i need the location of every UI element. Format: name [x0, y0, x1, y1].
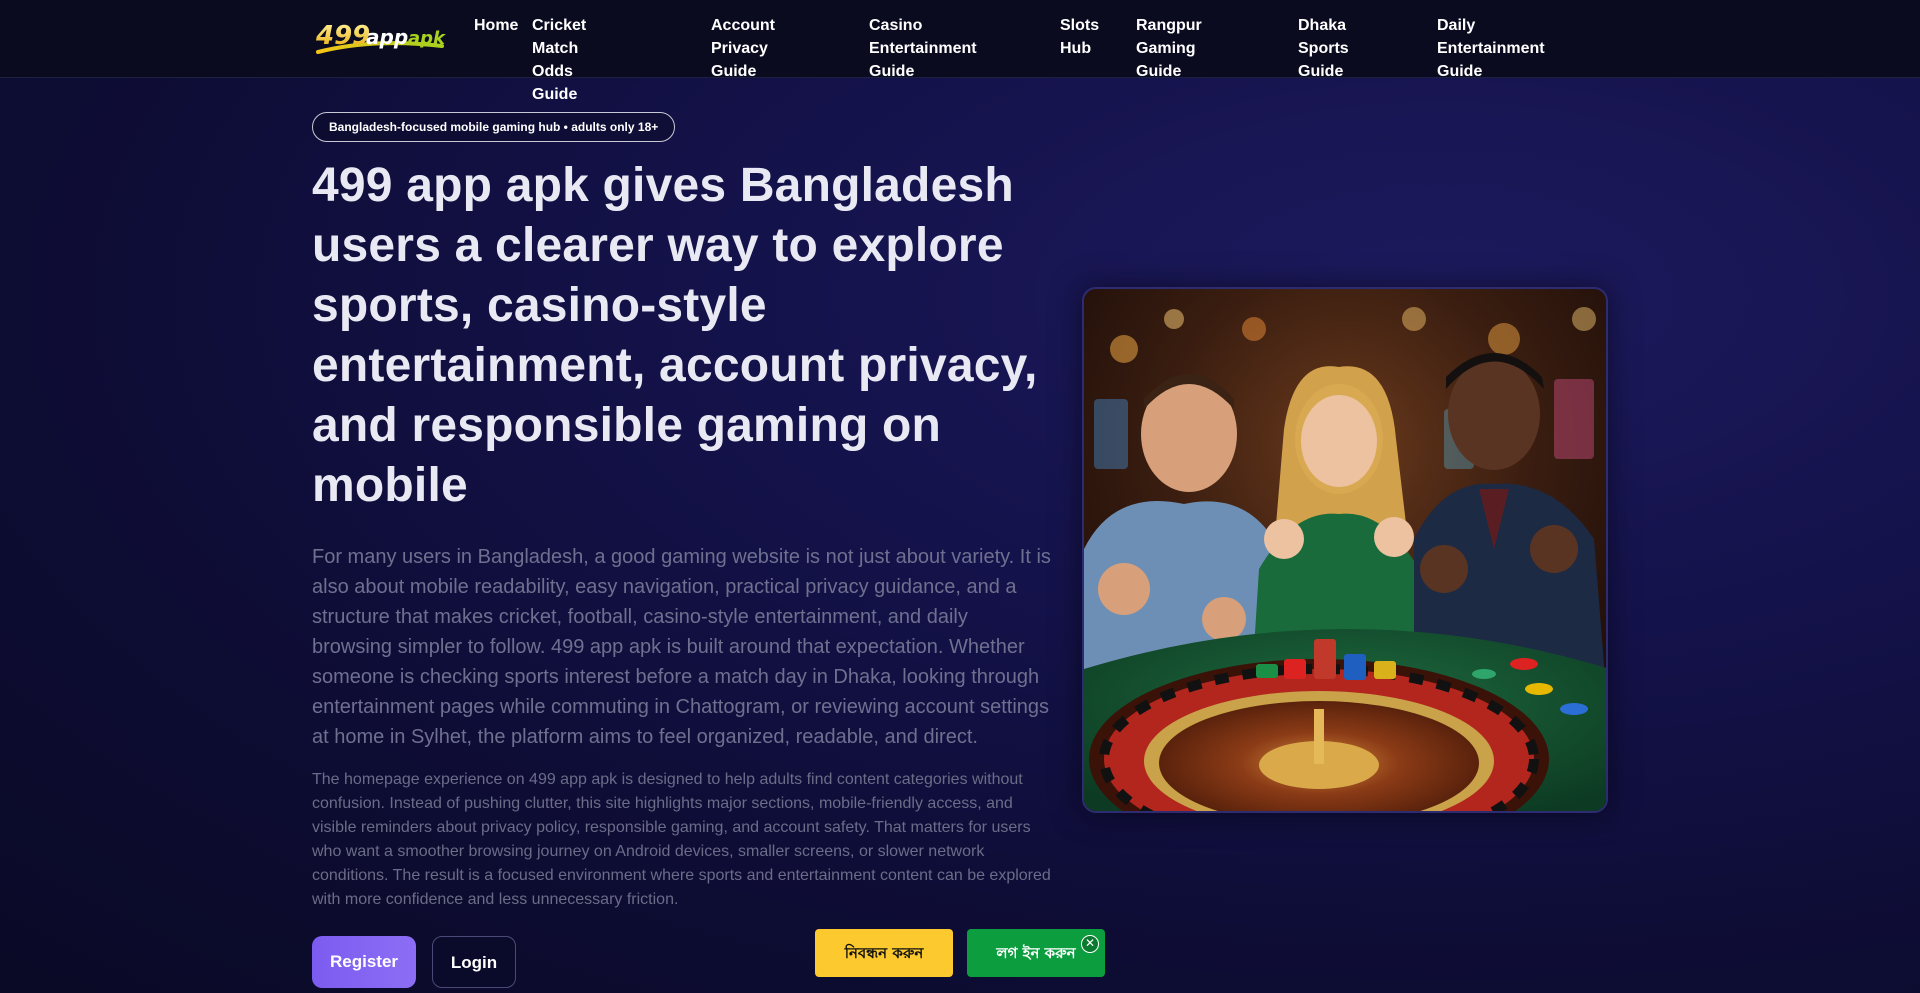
- nav-label-line1: Account Privacy: [711, 17, 775, 57]
- nav-label-line2: Guide: [869, 63, 915, 80]
- top-navigation-bar: 499 app apk Home Cricket Match Odds Guid…: [0, 0, 1920, 103]
- nav-label-line1: Rangpur Gaming: [1136, 17, 1202, 57]
- casino-roulette-illustration: [1084, 289, 1606, 811]
- logo-apk: apk: [408, 28, 446, 49]
- site-logo[interactable]: 499 app apk: [314, 16, 446, 58]
- nav-home[interactable]: Home: [474, 14, 518, 37]
- nav-label-line1: Casino Entertainment: [869, 17, 977, 57]
- hero-body-paragraph: The homepage experience on 499 app apk i…: [312, 771, 1051, 908]
- logo-app: app: [366, 25, 408, 49]
- nav-label-line2: Guide: [532, 86, 578, 103]
- nav-label-line2: Guide: [1298, 63, 1344, 80]
- nav-label-line2: Guide: [1136, 63, 1182, 80]
- nav-cricket-match-odds-guide[interactable]: Cricket Match Odds Guide: [532, 14, 586, 106]
- login-button[interactable]: Login: [432, 936, 516, 988]
- nav-label-line1: Slots: [1060, 17, 1100, 34]
- register-button[interactable]: Register: [312, 936, 416, 988]
- hero-casino-image: [1082, 287, 1608, 813]
- nav-daily-entertainment-guide[interactable]: Daily Entertainment Guide: [1437, 14, 1545, 83]
- nav-rangpur-gaming-guide[interactable]: Rangpur Gaming Guide: [1136, 14, 1202, 83]
- floating-register-button[interactable]: নিবন্ধন করুন: [815, 929, 953, 977]
- logo-number: 499: [315, 21, 370, 51]
- nav-casino-entertainment-guide[interactable]: Casino Entertainment Guide: [869, 14, 977, 83]
- nav-label-line2: Hub: [1060, 40, 1092, 57]
- hero-title: 499 app apk gives Bangladesh users a cle…: [312, 159, 1038, 512]
- nav-label-line2: Guide: [1437, 63, 1483, 80]
- nav-label-line1: Daily Entertainment: [1437, 17, 1545, 57]
- nav-home-label: Home: [474, 17, 519, 34]
- nav-label-line1: Cricket Match Odds: [532, 17, 587, 80]
- nav-label-line2: Guide: [711, 63, 757, 80]
- age-badge: Bangladesh-focused mobile gaming hub • a…: [312, 112, 676, 142]
- nav-dhaka-sports-guide[interactable]: Dhaka Sports Guide: [1298, 14, 1349, 83]
- close-icon[interactable]: ✕: [1081, 935, 1099, 953]
- nav-account-privacy-guide[interactable]: Account Privacy Guide: [711, 14, 775, 83]
- hero-lead-paragraph: For many users in Bangladesh, a good gam…: [312, 546, 1051, 748]
- nav-label-line1: Dhaka Sports: [1298, 17, 1349, 57]
- nav-slots-hub[interactable]: Slots Hub: [1060, 14, 1099, 60]
